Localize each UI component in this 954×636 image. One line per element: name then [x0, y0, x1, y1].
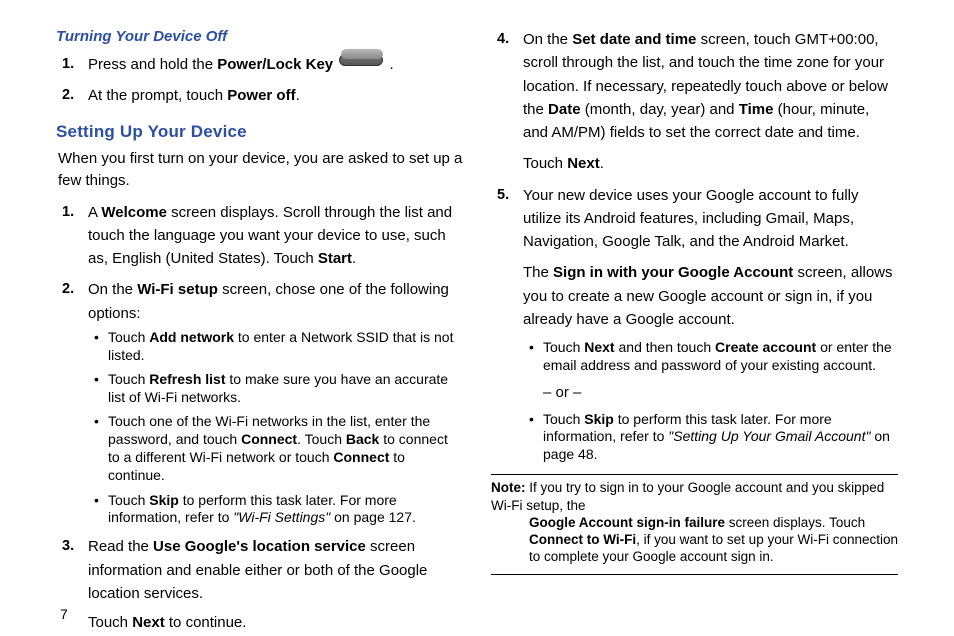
- two-column-layout: Turning Your Device Off Press and hold t…: [56, 28, 898, 603]
- step-location-service: Read the Use Google's location service s…: [56, 535, 463, 634]
- step-set-date-time: On the Set date and time screen, touch G…: [491, 28, 898, 176]
- setup-steps-right: On the Set date and time screen, touch G…: [491, 28, 898, 464]
- skip-label: Skip: [149, 492, 179, 508]
- text: Touch: [108, 371, 149, 387]
- step-wifi-setup: On the Wi-Fi setup screen, chose one of …: [56, 278, 463, 527]
- welcome-label: Welcome: [101, 204, 167, 221]
- text: screen displays. Touch: [725, 515, 865, 530]
- connect-label: Connect: [241, 431, 297, 447]
- heading-setting-up: Setting Up Your Device: [56, 122, 463, 142]
- bullet-refresh-list: Touch Refresh list to make sure you have…: [56, 371, 463, 407]
- time-label: Time: [739, 101, 774, 118]
- add-network-label: Add network: [149, 329, 234, 345]
- text: The: [523, 264, 553, 281]
- bullet-skip-wifi: Touch Skip to perform this task later. F…: [56, 492, 463, 528]
- bullet-add-network: Touch Add network to enter a Network SSI…: [56, 329, 463, 365]
- note-body: [586, 498, 624, 513]
- note-block: Note: If you try to sign in to your Goog…: [491, 474, 898, 574]
- text: .: [296, 87, 300, 104]
- text: . Touch: [297, 431, 346, 447]
- wifi-settings-ref: "Wi-Fi Settings": [233, 509, 330, 525]
- power-lock-key-label: Power/Lock Key: [217, 56, 333, 73]
- step-welcome: A Welcome screen displays. Scroll throug…: [56, 201, 463, 271]
- next-label-3: Next: [584, 339, 614, 355]
- text: .: [385, 56, 393, 73]
- text: Touch: [88, 614, 132, 631]
- date-label: Date: [548, 101, 581, 118]
- start-label: Start: [318, 250, 352, 267]
- create-account-label: Create account: [715, 339, 816, 355]
- text: Press and hold the: [88, 56, 217, 73]
- refresh-list-label: Refresh list: [149, 371, 225, 387]
- manual-page: Turning Your Device Off Press and hold t…: [0, 0, 954, 636]
- set-date-time-label: Set date and time: [572, 31, 696, 48]
- text: on page 127.: [330, 509, 416, 525]
- text: Your new device uses your Google account…: [523, 187, 858, 251]
- step-google-account: Your new device uses your Google account…: [491, 184, 898, 465]
- intro-paragraph: When you first turn on your device, you …: [58, 148, 463, 193]
- next-label-2: Next: [567, 155, 600, 172]
- text: .: [352, 250, 356, 267]
- google-account-options-2: Touch Skip to perform this task later. F…: [491, 411, 898, 465]
- turning-off-steps: Press and hold the Power/Lock Key . At t…: [56, 53, 463, 108]
- back-label: Back: [346, 431, 379, 447]
- text: A: [88, 204, 101, 221]
- wifi-options: Touch Add network to enter a Network SSI…: [56, 329, 463, 528]
- text: Touch: [523, 155, 567, 172]
- text: If you try to sign in to your Google acc…: [491, 480, 884, 512]
- text: to continue.: [165, 614, 247, 631]
- step-power-off: At the prompt, touch Power off.: [56, 84, 463, 107]
- text: Read the: [88, 538, 153, 555]
- left-column: Turning Your Device Off Press and hold t…: [56, 28, 463, 603]
- text: Touch: [543, 339, 584, 355]
- setup-steps-left: A Welcome screen displays. Scroll throug…: [56, 201, 463, 635]
- note-body-cont: Google Account sign-in failure screen di…: [491, 514, 898, 566]
- use-google-location-label: Use Google's location service: [153, 538, 366, 555]
- google-account-options: Touch Next and then touch Create account…: [491, 339, 898, 375]
- wifi-setup-label: Wi-Fi setup: [137, 281, 218, 298]
- power-lock-key-icon: [339, 54, 383, 66]
- right-column: On the Set date and time screen, touch G…: [491, 28, 898, 603]
- sign-in-google-label: Sign in with your Google Account: [553, 264, 793, 281]
- skip-label-2: Skip: [584, 411, 614, 427]
- connect-label-2: Connect: [333, 449, 389, 465]
- text: Touch: [108, 329, 149, 345]
- text: On the: [88, 281, 137, 298]
- text: (month, day, year) and: [581, 101, 739, 118]
- text: On the: [523, 31, 572, 48]
- page-number: 7: [60, 606, 68, 622]
- note-label: Note:: [491, 480, 526, 495]
- bullet-connect: Touch one of the Wi-Fi networks in the l…: [56, 413, 463, 485]
- step-press-hold: Press and hold the Power/Lock Key .: [56, 53, 463, 76]
- text: Touch: [108, 492, 149, 508]
- power-off-label: Power off: [227, 87, 295, 104]
- next-label: Next: [132, 614, 165, 631]
- connect-to-wifi-label: Connect to Wi-Fi: [529, 532, 636, 547]
- text: .: [600, 155, 604, 172]
- bullet-next-create: Touch Next and then touch Create account…: [491, 339, 898, 375]
- heading-turning-off: Turning Your Device Off: [56, 28, 463, 45]
- or-separator: – or –: [523, 381, 898, 404]
- text: Touch: [543, 411, 584, 427]
- text: and then touch: [615, 339, 715, 355]
- gmail-setup-ref: "Setting Up Your Gmail Account": [668, 428, 870, 444]
- text: At the prompt, touch: [88, 87, 227, 104]
- bullet-skip-google: Touch Skip to perform this task later. F…: [491, 411, 898, 465]
- google-signin-failure-label: Google Account sign-in failure: [529, 515, 725, 530]
